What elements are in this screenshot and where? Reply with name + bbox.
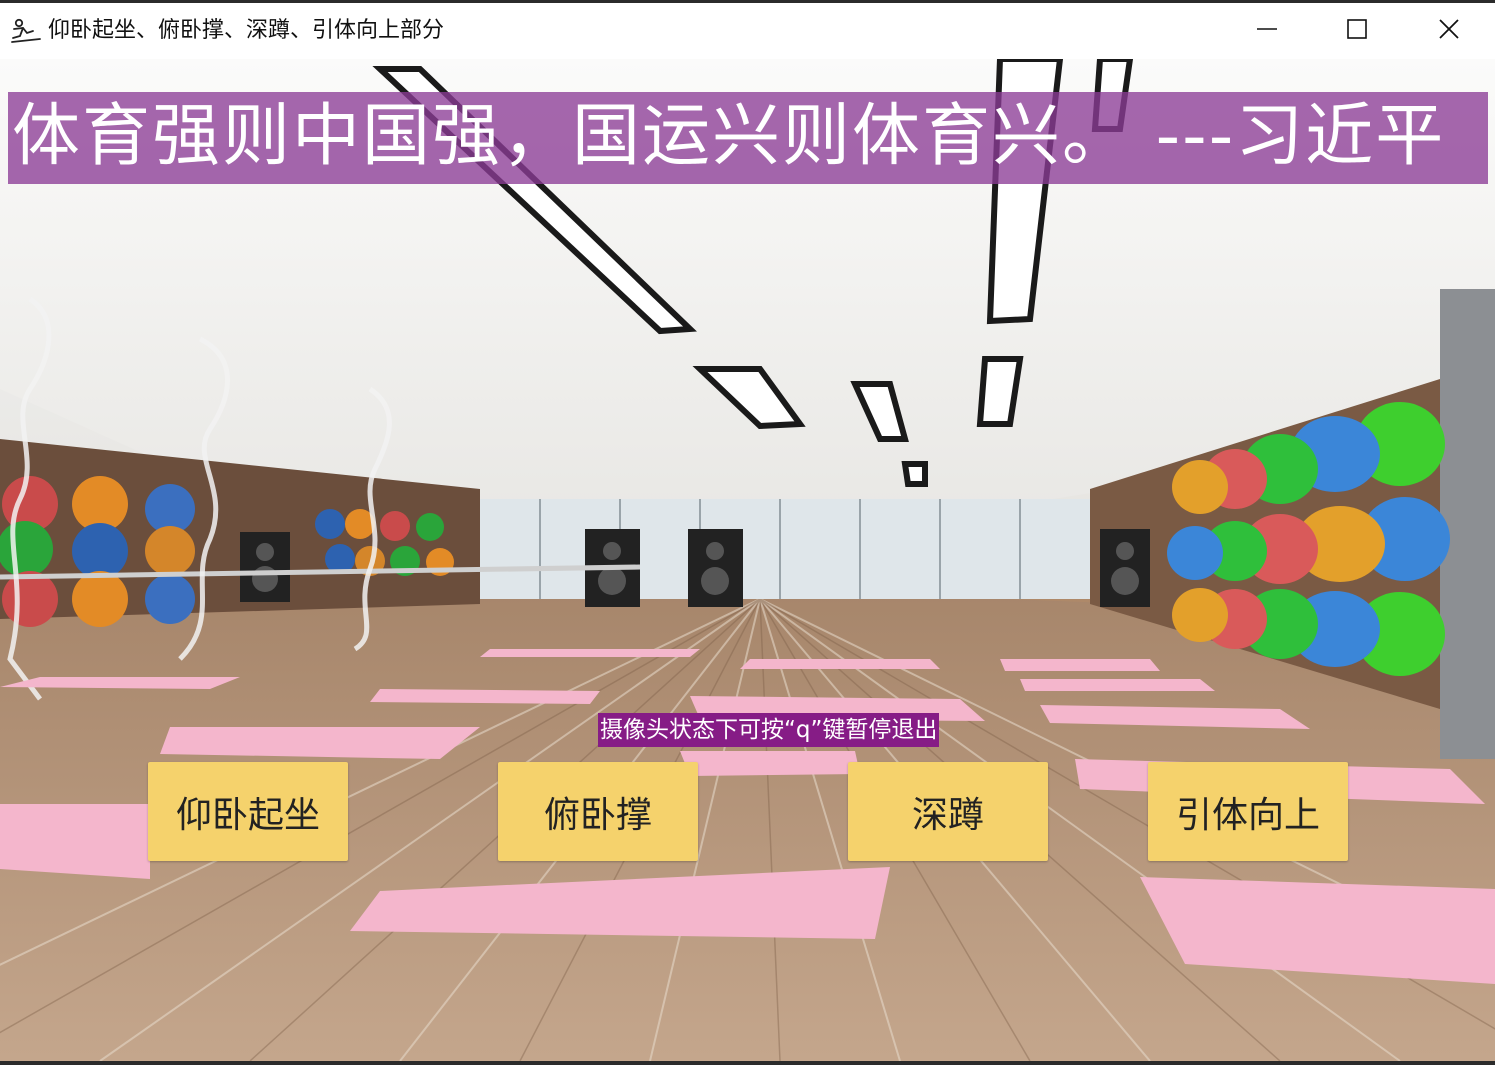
close-button[interactable] [1404,3,1494,59]
maximize-icon [1346,18,1368,44]
app-window: 仰卧起坐、俯卧撑、深蹲、引体向上部分 体育强则中国强，国运兴则体育兴。 ---习… [0,0,1495,1065]
camera-hint-label: 摄像头状态下可按“q”键暂停退出 [598,713,940,747]
gym-scene-illustration [0,59,1495,1061]
maximize-button[interactable] [1312,3,1402,59]
pull-up-button[interactable]: 引体向上 [1148,762,1348,861]
window-bottom-border [0,1061,1495,1065]
running-person-icon [10,17,42,45]
gym-interior-background: 体育强则中国强，国运兴则体育兴。 ---习近平 摄像头状态下可按“q”键暂停退出… [0,59,1495,1061]
title-bar[interactable]: 仰卧起坐、俯卧撑、深蹲、引体向上部分 [0,3,1495,59]
close-icon [1438,18,1460,44]
minimize-icon [1256,18,1278,44]
minimize-button[interactable] [1222,3,1312,59]
sit-up-button[interactable]: 仰卧起坐 [148,762,348,861]
window-title: 仰卧起坐、俯卧撑、深蹲、引体向上部分 [48,18,445,43]
push-up-button[interactable]: 俯卧撑 [498,762,698,861]
squat-button[interactable]: 深蹲 [848,762,1048,861]
motivational-quote-banner: 体育强则中国强，国运兴则体育兴。 ---习近平 [8,92,1488,184]
